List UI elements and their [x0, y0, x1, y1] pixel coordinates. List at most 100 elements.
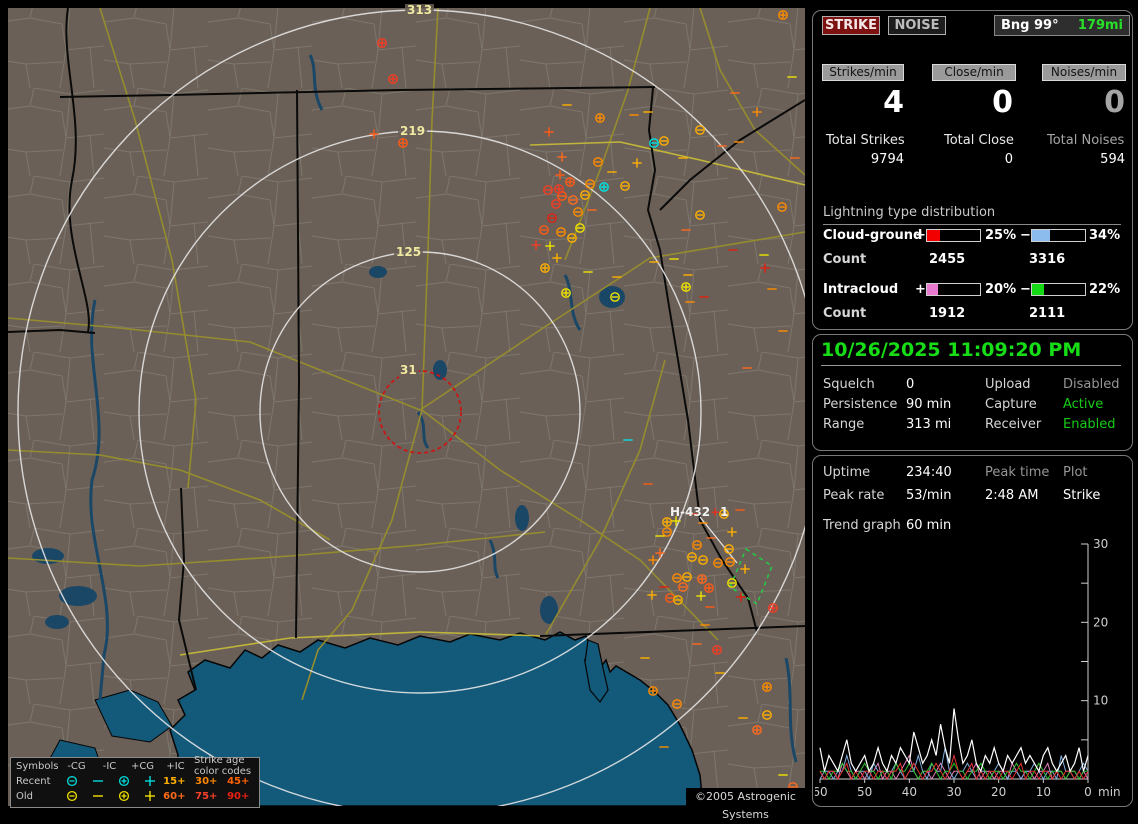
ring-label-313: 313 — [405, 4, 434, 17]
strike-symbol-cgp — [596, 114, 604, 122]
ic-plus-bar — [926, 283, 981, 296]
receiver-label: Receiver — [985, 417, 1041, 432]
strike-symbol-cgp — [649, 687, 657, 695]
capture-label: Capture — [985, 397, 1037, 412]
y-tick-label: 10 — [1093, 694, 1108, 708]
noises-per-min-chip: Noises/min — [1042, 64, 1126, 81]
age-15: 15+ — [163, 776, 195, 787]
x-tick-label: 40 — [902, 785, 917, 799]
distribution-title: Lightning type distribution — [823, 205, 1121, 225]
cg-neg-old-icon — [59, 790, 85, 802]
noise-tab[interactable]: NOISE — [888, 16, 946, 35]
total-strikes-value: 9794 — [814, 152, 904, 167]
close-per-min-value: 0 — [923, 85, 1013, 120]
trend-graph-value: 60 min — [906, 518, 951, 533]
strike-symbol-cgp — [682, 283, 690, 291]
ic-neg-old-icon — [85, 790, 111, 802]
peak-rate-value: 53/min — [906, 488, 951, 503]
trend-series-strikes — [820, 709, 1088, 772]
trend-graph-label: Trend graph — [823, 518, 901, 533]
x-tick-label: 0 — [1084, 785, 1092, 799]
cg-pos-recent-icon — [111, 775, 137, 787]
cell-marker: + — [710, 505, 720, 519]
total-noises-label: Total Noises — [1047, 133, 1124, 148]
symbol-legend: Symbols -CG -IC +CG +IC Strike age color… — [10, 757, 260, 808]
squelch-label: Squelch — [823, 377, 875, 392]
legend-row-old-label: Old — [16, 791, 59, 802]
trend-series-ic-plus — [820, 756, 1088, 780]
cg-neg-recent-icon — [59, 775, 85, 787]
legend-col-icp: +IC — [159, 761, 192, 772]
strike-symbol-cgp — [541, 264, 549, 272]
strike-symbol-cgp — [698, 575, 706, 583]
cell-name: H-432 — [670, 505, 710, 519]
cg-plus-count: 2455 — [929, 252, 965, 267]
ic-minus-bar — [1031, 283, 1086, 296]
range-value: 313 mi — [906, 417, 951, 432]
x-tick-label: 20 — [991, 785, 1006, 799]
cg-pos-old-icon — [111, 790, 137, 802]
plot-label: Plot — [1063, 465, 1088, 480]
total-close-value: 0 — [923, 152, 1013, 167]
strike-tab[interactable]: STRIKE — [822, 16, 880, 35]
upload-value: Disabled — [1063, 377, 1119, 392]
ic-neg-recent-icon — [85, 775, 111, 787]
legend-recent-row: Recent 15+ 30+ 45+ — [11, 774, 259, 788]
age-90: 90+ — [227, 791, 259, 802]
ring-label-31: 31 — [398, 364, 419, 377]
ic-count-label: Count — [823, 306, 866, 321]
ic-minus-bar-fill — [1032, 284, 1044, 295]
lake — [369, 266, 387, 278]
x-tick-label: 10 — [1036, 785, 1051, 799]
ic-plus-count: 1912 — [929, 306, 965, 321]
strike-symbol-cgp — [763, 683, 771, 691]
strike-symbol-cgp — [600, 183, 608, 191]
ring-label-125: 125 — [394, 246, 423, 259]
ring-label-219: 219 — [398, 125, 427, 138]
persistence-value: 90 min — [906, 397, 951, 412]
plot-value: Strike — [1063, 488, 1100, 503]
copyright-text: ©2005 Astrogenic Systems — [686, 788, 805, 806]
strikes-per-min-value: 4 — [814, 85, 904, 120]
peak-time-value: 2:48 AM — [985, 488, 1038, 503]
age-30: 30+ — [195, 776, 227, 787]
legend-col-symbols: Symbols — [16, 761, 60, 772]
ic-minus-sign: − — [1020, 282, 1031, 297]
ic-plus-bar-fill — [927, 284, 938, 295]
cg-minus-pct: 34% — [1089, 228, 1120, 243]
ic-minus-pct: 22% — [1089, 282, 1120, 297]
ic-pos-old-icon — [137, 790, 163, 802]
bearing-badge: Bng 99° 179mi — [994, 15, 1130, 36]
receiver-value: Enabled — [1063, 417, 1116, 432]
cg-minus-count: 3316 — [1029, 252, 1065, 267]
strike-symbol-cgp — [769, 604, 777, 612]
counters-panel: STRIKE NOISE Bng 99° 179mi Strikes/min C… — [812, 10, 1133, 330]
legend-age-header: Strike age color codes — [192, 755, 259, 777]
strike-symbol-cgp — [555, 185, 563, 193]
strike-symbol-cgp — [705, 584, 713, 592]
cell-rating: 1 — [720, 505, 728, 519]
legend-col-cgp: +CG — [126, 761, 159, 772]
peak-time-label: Peak time — [985, 465, 1049, 480]
app-window: { "header": { "strike_tab": "STRIKE", "n… — [0, 0, 1138, 812]
persistence-label: Persistence — [823, 397, 897, 412]
bearing-value: Bng 99° — [1001, 18, 1059, 33]
total-close-label: Total Close — [944, 133, 1014, 148]
strike-symbol-cgp — [663, 518, 671, 526]
ic-minus-count: 2111 — [1029, 306, 1065, 321]
x-tick-label: 60 — [815, 785, 828, 799]
total-noises-value: 594 — [1035, 152, 1125, 167]
y-tick-label: 20 — [1093, 615, 1108, 629]
status-panel: 10/26/2025 11:09:20 PM Squelch 0 Persist… — [812, 334, 1133, 451]
trend-graph: 1020306050403020100min — [815, 536, 1130, 804]
strike-map[interactable]: 313 219 125 31 H-432+1 ©2005 Astrogenic … — [8, 8, 805, 806]
intracloud-label: Intracloud — [823, 282, 898, 297]
legend-header-row: Symbols -CG -IC +CG +IC Strike age color… — [11, 759, 259, 773]
cg-minus-sign: − — [1020, 228, 1031, 243]
trend-panel: Uptime 234:40 Peak time Plot Peak rate 5… — [812, 455, 1133, 807]
strike-symbol-cgp — [389, 75, 397, 83]
age-75: 75+ — [195, 791, 227, 802]
capture-value: Active — [1063, 397, 1103, 412]
legend-col-cgn: -CG — [60, 761, 93, 772]
distance-value: 179mi — [1078, 18, 1123, 33]
